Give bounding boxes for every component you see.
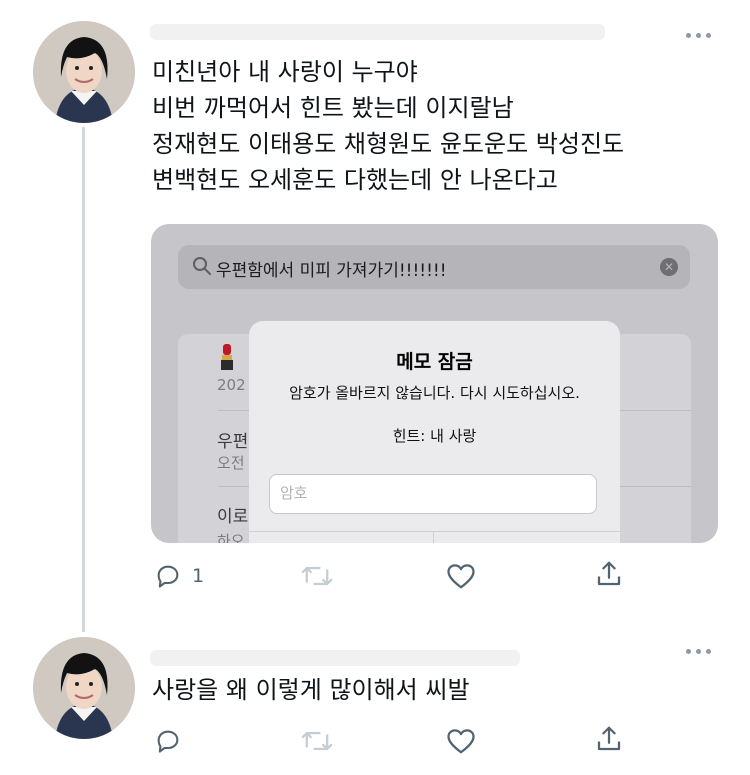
reply-icon	[157, 730, 179, 753]
alert-hint: 힌트: 내 사랑	[392, 427, 477, 445]
reply-count: 1	[192, 565, 205, 587]
divider	[249, 531, 620, 532]
retweet-button[interactable]	[300, 562, 334, 590]
more-options-icon[interactable]	[686, 646, 716, 656]
tweet-text-line: 정재현도 이태용도 채형원도 윤도운도 박성진도	[152, 130, 625, 158]
search-bar: 우편함에서 미피 가져가기!!!!!!! ✕	[178, 245, 690, 289]
share-icon	[597, 726, 621, 751]
like-icon	[447, 564, 475, 589]
search-icon	[193, 257, 211, 275]
divider	[433, 531, 434, 543]
share-button[interactable]	[594, 725, 624, 753]
reply-button[interactable]: 1	[154, 562, 204, 590]
username-blurred[interactable]	[150, 650, 520, 666]
like-icon	[447, 729, 475, 754]
password-field	[269, 474, 597, 514]
alert-message: 암호가 올바르지 않습니다. 다시 시도하십시오.	[289, 384, 580, 402]
note-date: 202	[217, 376, 246, 394]
lock-note-alert: 메모 잠금 암호가 올바르지 않습니다. 다시 시도하십시오. 힌트: 내 사랑	[249, 321, 620, 543]
avatar[interactable]	[33, 21, 135, 123]
tweet-text-line: 사랑을 왜 이렇게 많이해서 씨발	[152, 676, 470, 704]
reply-icon	[157, 565, 179, 588]
avatar[interactable]	[33, 637, 135, 739]
like-button[interactable]	[446, 562, 476, 590]
note-title: 이로	[217, 507, 249, 527]
tweet-text-line: 비번 까먹어서 힌트 봤는데 이지랄남	[152, 94, 514, 122]
reply-button[interactable]	[154, 727, 182, 755]
lipstick-icon	[221, 344, 233, 370]
note-date: 하오	[217, 532, 245, 543]
retweet-icon	[301, 566, 333, 586]
share-icon	[597, 561, 621, 586]
like-button[interactable]	[446, 727, 476, 755]
password-input	[270, 475, 580, 511]
search-text: 우편함에서 미피 가져가기!!!!!!!	[216, 261, 447, 281]
retweet-button[interactable]	[300, 727, 334, 755]
more-options-icon[interactable]	[686, 30, 716, 40]
retweet-icon	[301, 731, 333, 751]
tweet-image[interactable]: 우편함에서 미피 가져가기!!!!!!! ✕ 202 우편 오전 이로 하오 메…	[151, 224, 718, 543]
alert-title: 메모 잠금	[396, 351, 473, 373]
profile-photo	[33, 21, 135, 123]
thread-line	[82, 127, 85, 632]
clear-icon: ✕	[660, 258, 678, 276]
tweet-text-line: 변백현도 오세훈도 다했는데 안 나온다고	[152, 166, 558, 194]
note-title: 우편	[217, 432, 249, 452]
note-date: 오전	[217, 454, 245, 472]
username-blurred[interactable]	[150, 24, 605, 40]
tweet-text-line: 미친년아 내 사랑이 누구야	[152, 58, 418, 86]
share-button[interactable]	[594, 560, 624, 588]
profile-photo	[33, 637, 135, 739]
